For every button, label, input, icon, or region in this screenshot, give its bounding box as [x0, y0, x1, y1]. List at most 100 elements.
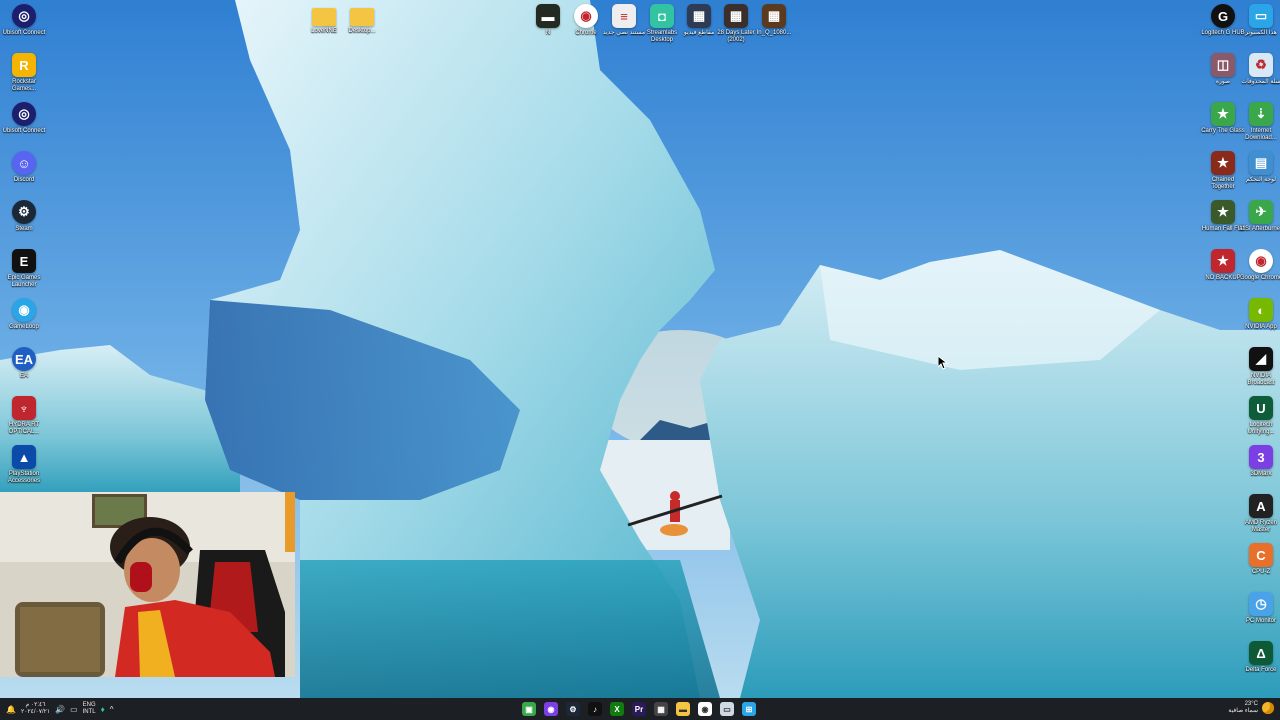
desktop-icon-label: Google Chrome [1239, 275, 1280, 281]
desktop-icon[interactable]: ▭ هذا الكمبيوتر [1239, 4, 1280, 37]
desktop-icon[interactable]: EA EA [2, 347, 46, 380]
desktop-icon[interactable]: ◷ PC Monitor [1239, 592, 1280, 625]
task-view-icon[interactable]: ▣ [522, 702, 536, 716]
desktop-icon[interactable]: ◢ NVIDIA Broadcast [1239, 347, 1280, 387]
desktop-icon[interactable]: ⚙ Steam [2, 200, 46, 233]
desktop-icon-label: صورة [1215, 79, 1231, 85]
desktop-icon[interactable]: ⇣ Internet Download... [1239, 102, 1280, 142]
desktop-icon-label: هذا الكمبيوتر [1245, 30, 1277, 36]
system-tray: 🔔 ٠٢:٤٦ م ٢٠٢٤/٠٧/٢١ 🔊 ▭ ENG INTL ♦ ^ [6, 698, 114, 720]
weather-widget[interactable]: 23°C سماء صافية [1228, 701, 1258, 715]
calculator-icon[interactable]: ▦ [654, 702, 668, 716]
desktop-icon-label: HYDRA RT OPTICAL... [8, 422, 40, 435]
desktop-icon[interactable]: R Rockstar Games... [2, 53, 46, 93]
window-icon[interactable]: ▭ [720, 702, 734, 716]
desktop-icon-label: Discord [13, 177, 35, 183]
battery-file-icon: ▬ [536, 4, 560, 28]
desktop-icon[interactable]: ◐ NVIDIA App [1239, 298, 1280, 331]
desktop-icon-label: Ubisoft Connect [2, 30, 46, 36]
desktop-icon-label: لوحة التحكم [1245, 177, 1276, 183]
desktop-icon[interactable]: ★ Carry The Glass [1201, 102, 1245, 135]
chevron-up-icon[interactable]: ^ [110, 705, 114, 714]
desktop-icon[interactable]: Δ Delta Force [1239, 641, 1280, 674]
desktop-icon[interactable]: C CPU-Z [1239, 543, 1280, 576]
notification-bell-icon[interactable]: 🔔 [6, 705, 16, 714]
desktop-icon[interactable]: ◎ Ubisoft Connect [2, 102, 46, 135]
desktop-icon-label: Desktop... [348, 28, 376, 34]
desktop-icon-label: Logitech Unifying... [1247, 422, 1275, 435]
desktop-icon[interactable]: G Logitech G HUB [1201, 4, 1245, 37]
desktop-icon-label: Ubisoft Connect [2, 128, 46, 134]
desktop-icon-label: GameLoop [9, 324, 39, 330]
logitech-icon: U [1249, 396, 1273, 420]
desktop-icon[interactable]: ◫ صورة [1201, 53, 1245, 86]
desktop-icon[interactable]: ♆ HYDRA RT OPTICAL... [2, 396, 46, 436]
desktop-icon[interactable]: ★ Human Fall Flat [1201, 200, 1245, 233]
desktop-icon[interactable]: ★ Chained Together [1201, 151, 1245, 191]
tray-app-icon[interactable]: ♦ [101, 705, 105, 714]
chrome-icon[interactable]: ◉ [698, 702, 712, 716]
desktop-icon[interactable]: ◉ Google Chrome [1239, 249, 1280, 282]
game-icon: ★ [1211, 249, 1235, 273]
desktop-icon[interactable]: ▤ لوحة التحكم [1239, 151, 1280, 184]
desktop-icon-label: Internet Download... [1245, 128, 1277, 141]
desktop-icon-label: In_Q_1080... [756, 30, 792, 36]
weather-temp: 23°C [1244, 701, 1258, 707]
desktop-icon-label: CPU-Z [1251, 569, 1271, 575]
weather-moon-icon[interactable] [1262, 702, 1274, 714]
amd-icon: A [1249, 494, 1273, 518]
desktop-icon-label: Logitech G HUB [1201, 30, 1245, 36]
weather-text: سماء صافية [1228, 708, 1258, 714]
premiere-icon[interactable]: Pr [632, 702, 646, 716]
desktop-icon-label: Epic Games Launcher [7, 275, 41, 288]
desktop-icon[interactable]: ✈ MSI Afterburner [1239, 200, 1280, 233]
language-code: ENG [82, 702, 96, 708]
keyboard-layout: INTL [82, 709, 96, 715]
desktop-icon[interactable]: ▦ In_Q_1080... [752, 4, 796, 37]
desktop-icon[interactable]: Desktop... [340, 4, 384, 35]
nvidia-icon: ◐ [1249, 298, 1273, 322]
desktop-icon[interactable]: ☺ Discord [2, 151, 46, 184]
desktop-icon[interactable]: E Epic Games Launcher [2, 249, 46, 289]
gameloop-icon: ◉ [12, 298, 36, 322]
game-icon: ★ [1211, 151, 1235, 175]
chrome-icon: ◉ [1249, 249, 1273, 273]
video-file-icon: ▦ [762, 4, 786, 28]
discord-icon: ☺ [12, 151, 36, 175]
desktop-icon-label: MSI Afterburner [1239, 226, 1280, 232]
3dmark-icon: 3 [1249, 445, 1273, 469]
folder-icon [350, 8, 374, 26]
xbox-icon[interactable]: X [610, 702, 624, 716]
desktop-icon[interactable]: U Logitech Unifying... [1239, 396, 1280, 436]
desktop-icon[interactable]: A AMD Ryzen Master [1239, 494, 1280, 534]
cpuz-icon: C [1249, 543, 1273, 567]
idm-icon: ⇣ [1249, 102, 1273, 126]
volume-icon[interactable]: 🔊 [55, 705, 65, 714]
desktop-icon-label: NVIDIA App [1245, 324, 1277, 330]
clock[interactable]: ٠٢:٤٦ م ٢٠٢٤/٠٧/٢١ [21, 702, 50, 716]
desktop-icon[interactable]: ▲ PlayStation Accessories [2, 445, 46, 485]
desktop-icon-label: 3DMark [1250, 471, 1272, 477]
mouse-cursor-icon [938, 356, 948, 370]
steam-icon[interactable]: ⚙ [566, 702, 580, 716]
game-icon: ★ [1211, 200, 1235, 224]
language-indicator[interactable]: ENG INTL [83, 702, 96, 716]
network-icon[interactable]: ▭ [70, 705, 78, 714]
webcam-overlay [0, 492, 295, 677]
hydra-icon: ♆ [12, 396, 36, 420]
streamlabs-icon: ◘ [650, 4, 674, 28]
desktop-icon-label: Steam [15, 226, 33, 232]
windows-start-icon[interactable]: ⊞ [742, 702, 756, 716]
desktop-icon[interactable]: 3 3DMark [1239, 445, 1280, 478]
desktop-icon-label: Chained Together [1211, 177, 1235, 190]
desktop-icon[interactable]: ★ NO BACKUP [1201, 249, 1245, 282]
desktop-icon-label: Rockstar Games... [11, 79, 37, 92]
delta-force-icon: Δ [1249, 641, 1273, 665]
tiktok-icon[interactable]: ♪ [588, 702, 602, 716]
chat-icon[interactable]: ◉ [544, 702, 558, 716]
file-explorer-icon[interactable]: ▬ [676, 702, 690, 716]
desktop-icon[interactable]: ♻ سلة المحذوفات [1239, 53, 1280, 86]
desktop-icon[interactable]: ◎ Ubisoft Connect [2, 4, 46, 37]
desktop-icon[interactable]: ◉ GameLoop [2, 298, 46, 331]
desktop-icon-label: Delta Force [1245, 667, 1277, 673]
